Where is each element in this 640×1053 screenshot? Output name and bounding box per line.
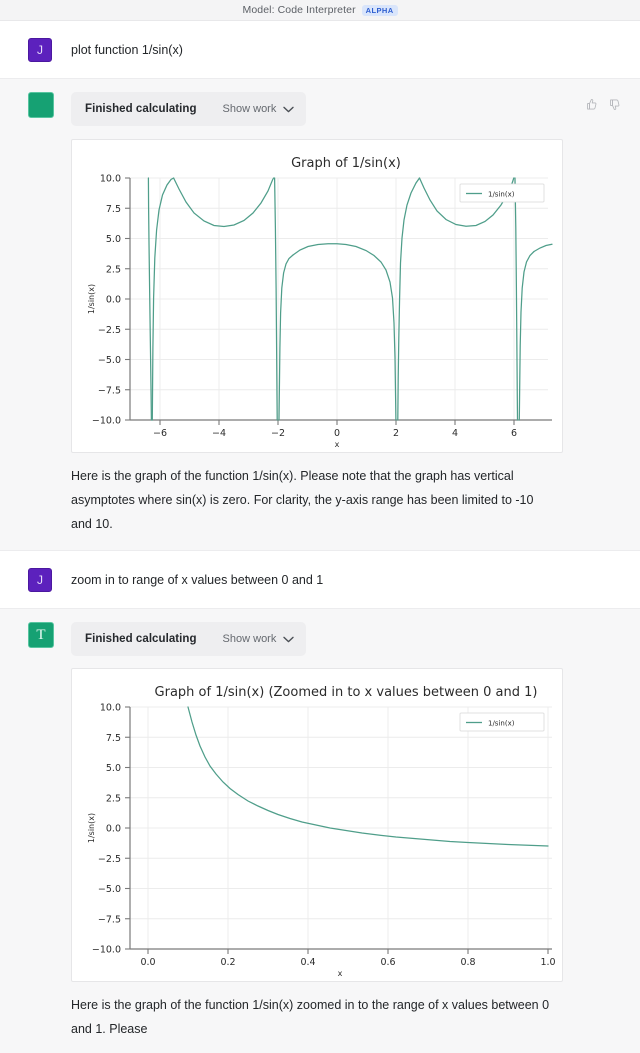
chart-legend: 1/sin(x) [459,183,545,203]
status-text: Finished calculating [85,633,197,645]
y-tick-label: 7.5 [106,204,121,215]
y-tick-label: −7.5 [98,385,121,396]
chart-legend: 1/sin(x) [459,712,545,732]
legend-label: 1/sin(x) [488,191,515,199]
status-row: Finished calculating Show work [71,621,622,656]
conversation-turn-assistant-1: Finished calculating Show work Graph of … [0,78,640,551]
alpha-badge: ALPHA [361,4,398,16]
y-tick-label: −10.0 [92,416,121,427]
feedback-icons [584,91,622,111]
chart-2: Graph of 1/sin(x) (Zoomed in to x values… [78,677,556,977]
status-row: Finished calculating Show work [71,91,622,126]
x-tick-label: 1.0 [540,957,555,968]
user-message-text: zoom in to range of x values between 0 a… [71,573,324,587]
chevron-down-icon [283,630,295,648]
model-label: Model: Code Interpreter [242,4,356,16]
thumbs-up-icon[interactable] [584,98,597,111]
legend-label: 1/sin(x) [488,720,515,728]
chart-1: Graph of 1/sin(x) 10.0 7.5 5.0 2.5 0.0 −… [78,148,556,448]
chart-card-1: Graph of 1/sin(x) 10.0 7.5 5.0 2.5 0.0 −… [71,139,563,453]
conversation-turn-user-2: J zoom in to range of x values between 0… [0,551,640,608]
x-tick-label: 0.4 [300,957,315,968]
finished-calculating-chip: Finished calculating Show work [71,92,307,126]
status-text: Finished calculating [85,103,197,115]
chart-title: Graph of 1/sin(x) (Zoomed in to x values… [155,685,538,700]
chart-card-2: Graph of 1/sin(x) (Zoomed in to x values… [71,668,563,982]
x-axis-label: x [338,969,343,977]
x-tick-label: 0.6 [380,957,395,968]
assistant-paragraph: Here is the graph of the function 1/sin(… [71,469,534,531]
y-tick-label: 2.5 [106,264,121,275]
avatar [28,92,54,118]
model-bar: Model: Code Interpreter ALPHA [0,0,640,21]
avatar: T [28,622,54,648]
thumbs-down-icon[interactable] [607,98,620,111]
conversation: J plot function 1/sin(x) Finished calcul… [0,21,640,1053]
y-tick-label: 10.0 [100,703,121,714]
avatar: J [28,38,52,62]
assistant-paragraph: Here is the graph of the function 1/sin(… [71,998,550,1036]
y-tick-label: 0.0 [106,295,121,306]
chart-title: Graph of 1/sin(x) [291,156,401,171]
x-tick-label: −4 [212,428,226,439]
y-axis-label: 1/sin(x) [87,813,96,843]
y-tick-label: 7.5 [106,733,121,744]
x-tick-label: 0 [334,428,340,439]
y-tick-label: 5.0 [106,763,121,774]
y-tick-label: −7.5 [98,914,121,925]
show-work-button[interactable]: Show work [223,630,295,648]
conversation-turn-user-1: J plot function 1/sin(x) [0,21,640,78]
show-work-label: Show work [222,633,277,645]
y-tick-label: −5.0 [98,884,121,895]
x-tick-label: 0.0 [140,957,155,968]
show-work-button[interactable]: Show work [223,100,295,118]
avatar: J [28,568,52,592]
x-tick-label: −6 [153,428,167,439]
chevron-down-icon [283,100,295,118]
y-tick-label: 10.0 [100,174,121,185]
x-tick-label: 2 [393,428,399,439]
y-tick-label: −10.0 [92,945,121,956]
x-tick-label: 0.8 [460,957,475,968]
y-tick-label: −2.5 [98,854,121,865]
x-tick-label: −2 [271,428,285,439]
y-tick-label: −5.0 [98,355,121,366]
y-tick-label: −2.5 [98,325,121,336]
show-work-label: Show work [222,103,277,115]
finished-calculating-chip: Finished calculating Show work [71,622,307,656]
user-message-text: plot function 1/sin(x) [71,43,183,57]
x-tick-label: 6 [511,428,517,439]
y-tick-label: 0.0 [106,824,121,835]
y-axis-label: 1/sin(x) [87,284,96,314]
conversation-turn-assistant-2: T Finished calculating Show work Graph o… [0,608,640,1053]
x-tick-label: 0.2 [220,957,235,968]
y-tick-label: 5.0 [106,234,121,245]
x-axis-label: x [335,440,340,448]
y-tick-label: 2.5 [106,793,121,804]
x-tick-label: 4 [452,428,458,439]
